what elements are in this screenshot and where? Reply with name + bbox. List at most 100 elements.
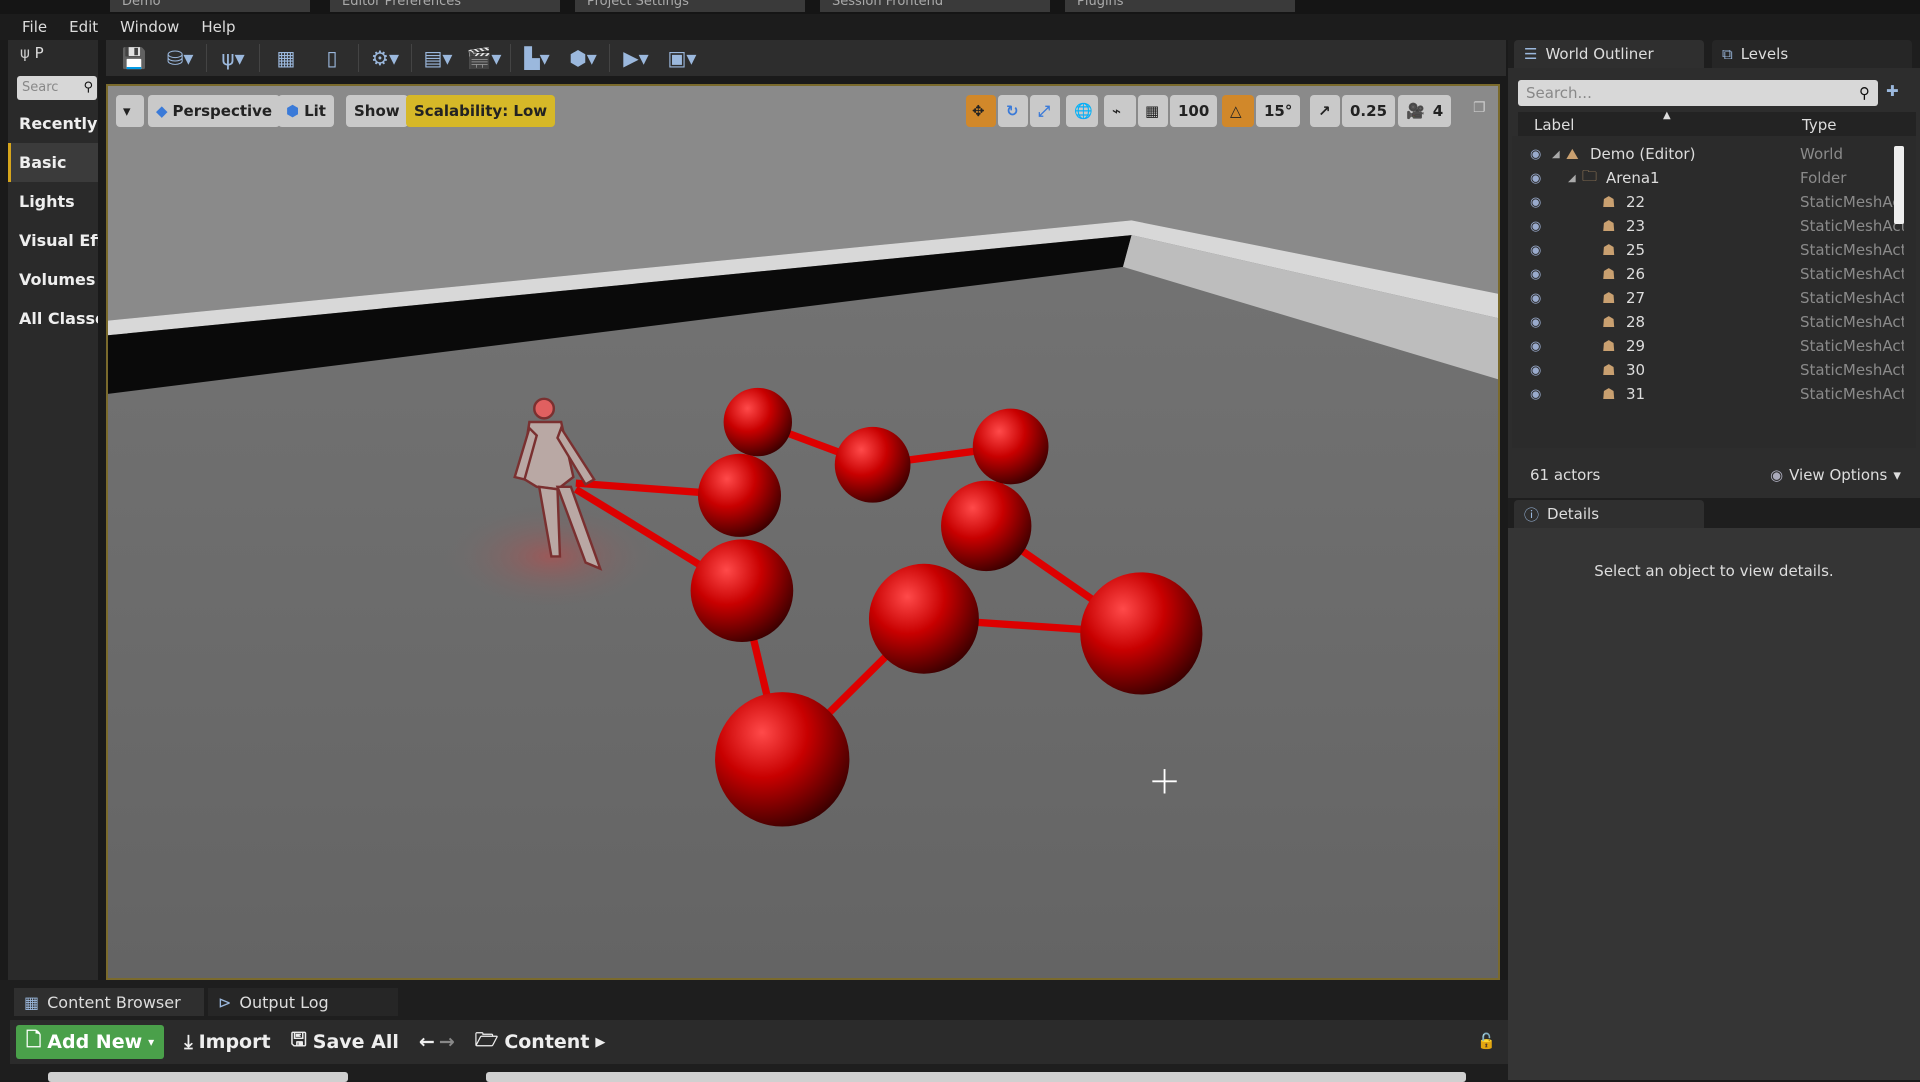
outliner-search-input[interactable]: Search... ⚲	[1518, 80, 1878, 106]
outliner-row[interactable]: ◉ ☗ 22 StaticMeshActor	[1520, 190, 1912, 214]
window-tab-plugins[interactable]: Plugins	[1065, 0, 1295, 12]
menu-edit[interactable]: Edit	[69, 18, 98, 36]
view-mode-button[interactable]: ◆ Perspective	[148, 95, 281, 127]
camera-speed-button[interactable]: 🎥 4	[1398, 95, 1452, 127]
world-local-icon[interactable]: 🌐	[1066, 95, 1098, 127]
visibility-eye-icon[interactable]: ◉	[1530, 243, 1541, 258]
column-label[interactable]: Label	[1534, 116, 1574, 134]
tab-details[interactable]: ⓘ Details	[1514, 500, 1704, 528]
lock-icon[interactable]: 🔓	[1477, 1032, 1496, 1050]
import-button[interactable]: ⤓ Import	[184, 1031, 270, 1053]
chevron-down-icon: ▾	[123, 102, 131, 120]
visibility-eye-icon[interactable]: ◉	[1530, 267, 1541, 282]
visibility-eye-icon[interactable]: ◉	[1530, 171, 1541, 186]
scalability-warning-button[interactable]: Scalability: Low	[406, 95, 556, 127]
outliner-row[interactable]: ◉ ☗ 31 StaticMeshActor	[1520, 382, 1912, 406]
modes-item-basic[interactable]: Basic	[8, 143, 98, 182]
static-mesh-icon: ☗	[1602, 289, 1616, 307]
window-tab-demo[interactable]: Demo	[110, 0, 310, 12]
view-options-button[interactable]: ◉ View Options ▾	[1770, 466, 1901, 484]
expand-arrow-icon[interactable]: ◢	[1568, 173, 1576, 184]
visibility-eye-icon[interactable]: ◉	[1530, 291, 1541, 306]
outliner-row[interactable]: ◉ ☗ 26 StaticMeshActor	[1520, 262, 1912, 286]
menu-help[interactable]: Help	[201, 18, 235, 36]
add-folder-icon[interactable]: ✚	[1886, 82, 1899, 100]
column-type[interactable]: Type	[1802, 116, 1836, 134]
outliner-row[interactable]: ◉ ☗ 28 StaticMeshActor	[1520, 310, 1912, 334]
rotation-snap-value[interactable]: 15°	[1256, 95, 1301, 127]
details-empty-message: Select an object to view details.	[1594, 562, 1834, 580]
save-all-button[interactable]: 🖫 Save All	[291, 1026, 399, 1058]
path-search-input[interactable]	[48, 1072, 348, 1082]
launch-icon[interactable]: ▣▾	[662, 43, 702, 73]
scale-snap-value[interactable]: 0.25	[1342, 95, 1396, 127]
translate-tool-icon[interactable]: ✥	[966, 95, 996, 127]
camera-speed-value: 4	[1432, 102, 1444, 120]
modes-item-recently[interactable]: Recently	[8, 104, 98, 143]
tab-output-log[interactable]: ⊳ Output Log	[208, 988, 398, 1016]
expand-arrow-icon[interactable]: ◢	[1552, 149, 1560, 160]
surface-snap-icon[interactable]: ⌁	[1104, 95, 1136, 127]
back-icon[interactable]: ←	[419, 1031, 435, 1053]
build-icon[interactable]: ▙▾	[517, 43, 557, 73]
modes-icon[interactable]: ψ▾	[213, 43, 253, 73]
divider	[609, 44, 610, 72]
outliner-row[interactable]: ◉ ◢ ⛰ Demo (Editor) World	[1520, 142, 1912, 166]
import-label: Import	[198, 1031, 271, 1053]
source-control-icon[interactable]: ⛁▾	[160, 43, 200, 73]
visibility-eye-icon[interactable]: ◉	[1530, 387, 1541, 402]
outliner-row[interactable]: ◉ ☗ 23 StaticMeshActor	[1520, 214, 1912, 238]
modes-item-lights[interactable]: Lights	[8, 182, 98, 221]
play-icon[interactable]: ▶▾	[616, 43, 656, 73]
rotate-tool-icon[interactable]: ↻	[998, 95, 1028, 127]
menu-window[interactable]: Window	[120, 18, 179, 36]
outliner-row[interactable]: ◉ ☗ 29 StaticMeshActor	[1520, 334, 1912, 358]
level-viewport[interactable]: ▾ ◆ Perspective ⬢ Lit Show Scalability: Lo…	[106, 84, 1500, 980]
compile-icon[interactable]: ⬢▾	[563, 43, 603, 73]
scale-tool-icon[interactable]: ⤢	[1030, 95, 1060, 127]
modes-item-visual-effects[interactable]: Visual Eff	[8, 221, 98, 260]
asset-search-input[interactable]	[486, 1072, 1466, 1082]
modes-search-input[interactable]: Searc ⚲	[17, 76, 97, 100]
marketplace-icon[interactable]: ▯	[312, 43, 352, 73]
outliner-scrollbar[interactable]	[1894, 146, 1904, 224]
row-type: StaticMeshActor	[1800, 385, 1904, 403]
modes-tab[interactable]: ψ P	[20, 44, 44, 62]
content-icon[interactable]: ▦	[266, 43, 306, 73]
outliner-row[interactable]: ◉ ☗ 25 StaticMeshActor	[1520, 238, 1912, 262]
blueprints-icon[interactable]: ▤▾	[418, 43, 458, 73]
window-tab-project-settings[interactable]: Project Settings	[575, 0, 805, 12]
window-tab-editor-preferences[interactable]: Editor Preferences	[330, 0, 560, 12]
visibility-eye-icon[interactable]: ◉	[1530, 147, 1541, 162]
rotation-snap-icon[interactable]: △	[1222, 95, 1254, 127]
grid-snap-value[interactable]: 100	[1170, 95, 1218, 127]
grid-snap-icon[interactable]: ▦	[1138, 95, 1168, 127]
modes-item-all-classes[interactable]: All Classe	[8, 299, 98, 338]
window-tab-session-frontend[interactable]: Session Frontend	[820, 0, 1050, 12]
show-button[interactable]: Show	[346, 95, 408, 127]
cinematics-icon[interactable]: 🎬▾	[464, 43, 504, 73]
settings-icon[interactable]: ⚙▾	[365, 43, 405, 73]
viewport-options-dropdown[interactable]: ▾	[116, 95, 144, 127]
save-icon[interactable]: 💾	[114, 43, 154, 73]
content-path-button[interactable]: 🗁 Content ▶	[475, 1026, 606, 1058]
visibility-eye-icon[interactable]: ◉	[1530, 315, 1541, 330]
visibility-eye-icon[interactable]: ◉	[1530, 339, 1541, 354]
outliner-row[interactable]: ◉ ☗ 30 StaticMeshActor	[1520, 358, 1912, 382]
tab-world-outliner-label: World Outliner	[1545, 45, 1654, 63]
maximize-viewport-icon[interactable]: ❐	[1473, 100, 1486, 116]
visibility-eye-icon[interactable]: ◉	[1530, 195, 1541, 210]
lighting-mode-button[interactable]: ⬢ Lit	[278, 95, 334, 127]
tab-levels[interactable]: ⧉ Levels	[1712, 40, 1912, 68]
tab-content-browser[interactable]: ▦ Content Browser	[14, 988, 204, 1016]
outliner-row[interactable]: ◉ ☗ 27 StaticMeshActor	[1520, 286, 1912, 310]
tab-world-outliner[interactable]: ☰ World Outliner	[1514, 40, 1704, 68]
visibility-eye-icon[interactable]: ◉	[1530, 219, 1541, 234]
outliner-row[interactable]: ◉ ◢ 🗀 Arena1 Folder	[1520, 166, 1912, 190]
scale-snap-icon[interactable]: ↗	[1310, 95, 1340, 127]
modes-item-volumes[interactable]: Volumes	[8, 260, 98, 299]
add-new-button[interactable]: 🗋 Add New ▾	[16, 1025, 165, 1059]
visibility-eye-icon[interactable]: ◉	[1530, 363, 1541, 378]
forward-icon[interactable]: →	[439, 1031, 455, 1053]
menu-file[interactable]: File	[22, 18, 47, 36]
